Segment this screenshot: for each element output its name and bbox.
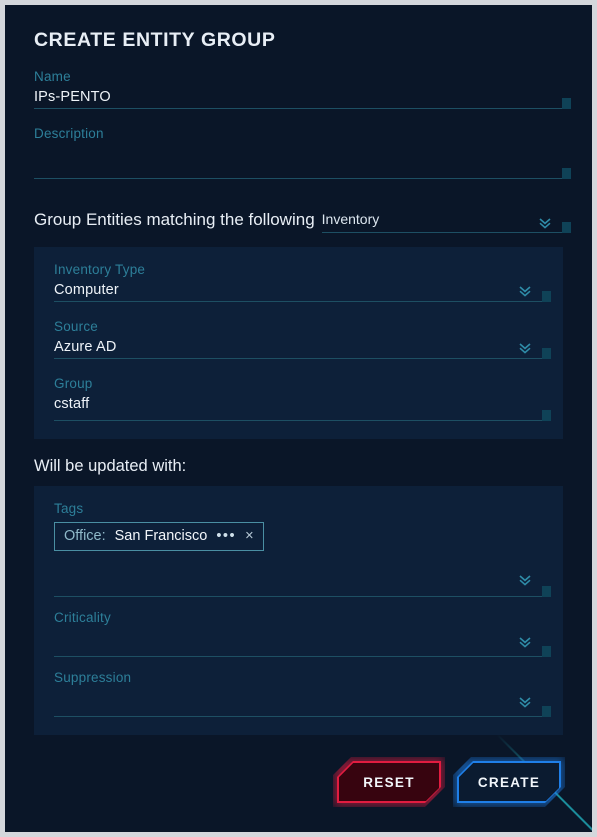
source-value[interactable]: Azure AD — [54, 336, 543, 358]
criticality-field[interactable]: Criticality — [54, 609, 551, 657]
group-underline — [54, 410, 551, 421]
group-entities-heading: Group Entities matching the following — [34, 210, 315, 229]
tag-chip-remove-icon[interactable]: × — [245, 529, 253, 544]
create-button[interactable]: CREATE — [453, 757, 565, 807]
suppression-label: Suppression — [54, 670, 132, 685]
group-source-underline — [321, 222, 572, 233]
source-field[interactable]: Source Azure AD — [54, 318, 551, 359]
tag-chip-list: Office: San Francisco ••• × — [54, 518, 543, 553]
tag-chip-key: Office: — [64, 528, 106, 544]
tags-underline — [54, 586, 551, 597]
chevron-double-down-icon — [517, 634, 533, 650]
tag-chip-value: San Francisco — [114, 528, 208, 544]
inventory-type-label: Inventory Type — [54, 262, 146, 277]
tags-field[interactable]: Tags Office: San Francisco ••• × — [54, 500, 551, 597]
chevron-double-down-icon — [517, 694, 533, 710]
tag-chip-overflow-icon[interactable]: ••• — [216, 528, 236, 544]
criticality-label: Criticality — [54, 610, 111, 625]
group-value[interactable]: cstaff — [54, 393, 543, 415]
criticality-underline — [54, 646, 551, 657]
create-entity-group-dialog: CREATE ENTITY GROUP Name IPs-PENTO Descr… — [5, 5, 592, 832]
description-field[interactable]: Description — [34, 125, 571, 179]
inventory-type-underline — [54, 291, 551, 302]
name-label: Name — [34, 69, 71, 84]
group-label: Group — [54, 376, 93, 391]
chevron-double-down-icon — [517, 572, 533, 588]
group-entities-header: Group Entities matching the following In… — [34, 209, 572, 233]
suppression-field[interactable]: Suppression — [54, 669, 551, 717]
name-underline — [34, 98, 571, 109]
suppression-underline — [54, 706, 551, 717]
reset-button-label: RESET — [363, 774, 415, 790]
name-input[interactable]: IPs-PENTO — [34, 86, 563, 108]
group-source-select[interactable]: Inventory — [321, 209, 572, 233]
name-field[interactable]: Name IPs-PENTO — [34, 68, 571, 109]
reset-button[interactable]: RESET — [333, 757, 445, 807]
tag-chip[interactable]: Office: San Francisco ••• × — [54, 522, 264, 551]
create-button-label: CREATE — [477, 774, 541, 790]
source-underline — [54, 348, 551, 359]
tags-input-row[interactable] — [54, 553, 551, 597]
match-criteria-panel: Inventory Type Computer Source Azure AD … — [34, 247, 563, 439]
description-input[interactable] — [34, 143, 563, 178]
criticality-input-row[interactable] — [54, 627, 551, 657]
group-field[interactable]: Group cstaff — [54, 375, 551, 421]
inventory-type-value[interactable]: Computer — [54, 279, 543, 301]
inventory-type-field[interactable]: Inventory Type Computer — [54, 261, 551, 302]
update-section-heading: Will be updated with: — [34, 457, 187, 475]
description-label: Description — [34, 126, 104, 141]
source-label: Source — [54, 319, 98, 334]
tags-label: Tags — [54, 501, 84, 516]
suppression-input-row[interactable] — [54, 687, 551, 717]
description-underline — [34, 168, 571, 179]
update-values-panel: Tags Office: San Francisco ••• × Critica… — [34, 486, 563, 735]
page-title: CREATE ENTITY GROUP — [34, 29, 276, 51]
group-source-value: Inventory — [321, 211, 380, 227]
dialog-actions: RESET CREATE — [34, 757, 565, 807]
